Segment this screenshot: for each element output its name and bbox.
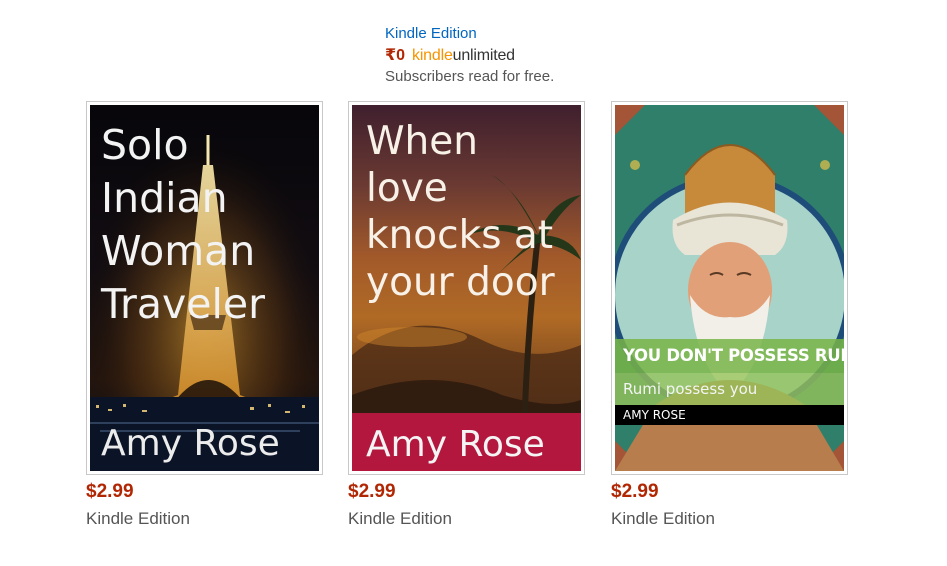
cover-author: AMY ROSE	[615, 405, 844, 425]
book-format-link[interactable]: Kindle Edition	[611, 508, 848, 530]
cover-title: YOU DON'T POSSESS RUMI	[615, 339, 844, 373]
book-format-link[interactable]: Kindle Edition	[86, 508, 323, 530]
book-cover-1[interactable]: Solo Indian Woman Traveler Amy Rose	[86, 101, 323, 475]
ku-logo-kindle: kindle	[412, 47, 453, 64]
ku-price: ₹0	[385, 47, 406, 64]
book-price: $2.99	[611, 481, 659, 502]
book-price: $2.99	[86, 481, 134, 502]
kindle-edition-link[interactable]: Kindle Edition	[385, 24, 554, 43]
kindle-unlimited-row: ₹0 kindleunlimited	[385, 45, 554, 66]
kindle-offer: Kindle Edition ₹0 kindleunlimited Subscr…	[385, 24, 554, 86]
book-cover-3[interactable]: YOU DON'T POSSESS RUMI Rumi possess you …	[611, 101, 848, 475]
cover-title: Solo Indian Woman Traveler	[101, 121, 265, 328]
book-card-3: YOU DON'T POSSESS RUMI Rumi possess you …	[611, 101, 848, 530]
book-price: $2.99	[348, 481, 396, 502]
kindle-unlimited-logo: kindleunlimited	[412, 47, 515, 65]
cover-art-eiffel: Solo Indian Woman Traveler Amy Rose	[90, 105, 319, 471]
cover-art-palm-sunset: When love knocks at your door Amy Rose	[352, 105, 581, 471]
book-format-link[interactable]: Kindle Edition	[348, 508, 585, 530]
ku-logo-unlimited: unlimited	[452, 47, 515, 64]
cover-subtitle: Rumi possess you	[615, 373, 844, 405]
subscribers-text: Subscribers read for free.	[385, 68, 555, 85]
book-card-1: Solo Indian Woman Traveler Amy Rose $2.9…	[86, 101, 323, 530]
book-cover-2[interactable]: When love knocks at your door Amy Rose	[348, 101, 585, 475]
book-card-2: When love knocks at your door Amy Rose $…	[348, 101, 585, 530]
cover-art-rumi-portrait: YOU DON'T POSSESS RUMI Rumi possess you …	[615, 105, 844, 471]
cover-author: Amy Rose	[366, 424, 545, 465]
cover-author: Amy Rose	[101, 423, 280, 464]
cover-title: When love knocks at your door	[366, 119, 555, 305]
